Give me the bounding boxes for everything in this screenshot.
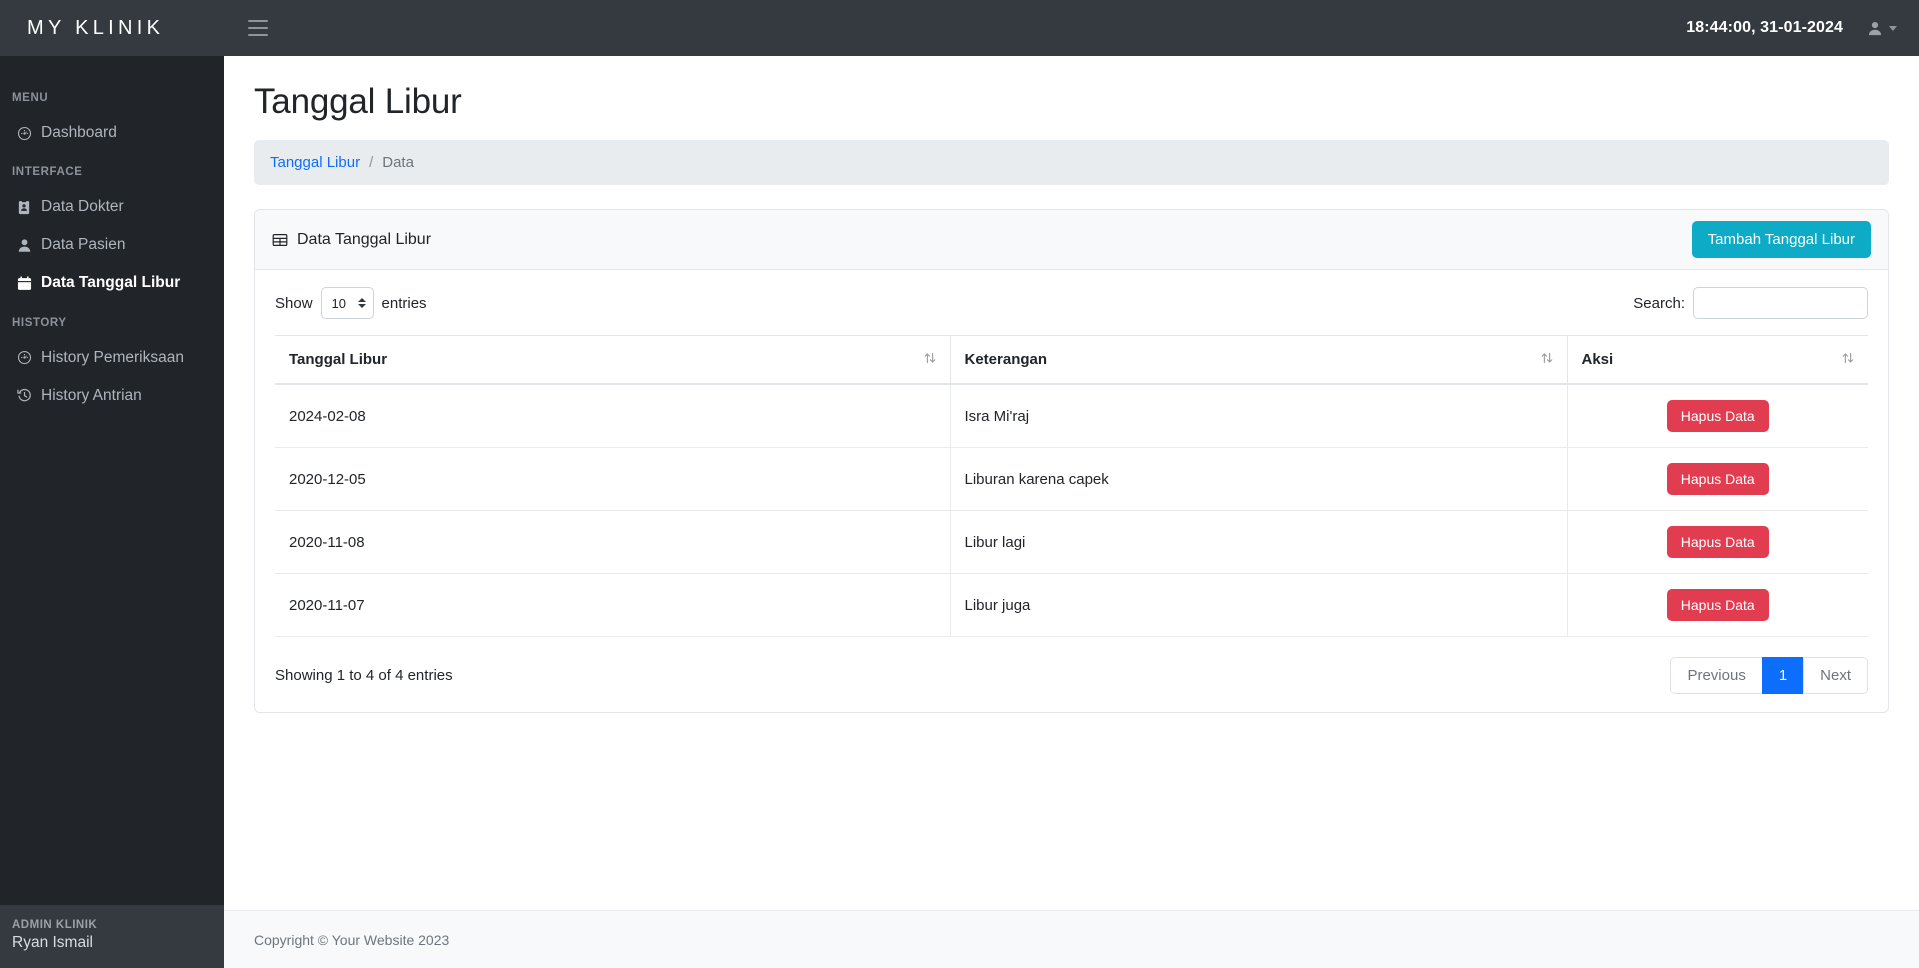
column-header-keterangan[interactable]: Keterangan (950, 335, 1568, 385)
cell-aksi: Hapus Data (1567, 573, 1868, 637)
brand-text: MY KLINIK (27, 16, 165, 39)
tanggal-libur-table: Tanggal Libur Keterangan Aksi 2024-02-08… (275, 335, 1868, 637)
pagination-page-1[interactable]: 1 (1761, 657, 1805, 694)
cell-aksi: Hapus Data (1567, 510, 1868, 574)
copyright-text: Copyright © Your Website 2023 (254, 931, 450, 948)
topbar: 18:44:00, 31-01-2024 (224, 0, 1919, 56)
entries-label: entries (381, 294, 427, 312)
datatable-controls: Show 10 entries Search: (275, 287, 1868, 319)
card-title-group: Data Tanggal Libur (272, 231, 431, 249)
page-title: Tanggal Libur (254, 82, 462, 121)
cell-tanggal-libur: 2020-11-07 (275, 573, 951, 637)
sort-updown-icon (1841, 351, 1855, 369)
page-content: Tanggal Libur Tanggal Libur / Data Data … (224, 56, 1919, 910)
datatable-footer: Showing 1 to 4 of 4 entries Previous 1 N… (275, 657, 1868, 694)
add-tanggal-libur-button[interactable]: Tambah Tanggal Libur (1691, 221, 1871, 258)
sidebar-item-data-pasien[interactable]: Data Pasien (0, 226, 224, 264)
user-role: ADMIN KLINIK (12, 919, 98, 931)
datatable-search-control: Search: (1633, 287, 1868, 319)
sidebar-item-label: History Pemeriksaan (41, 348, 184, 366)
sidebar: MY KLINIK MENU Dashboard INTERFACE Data … (0, 0, 224, 968)
column-label: Keterangan (964, 351, 1048, 368)
breadcrumb: Tanggal Libur / Data (254, 140, 1889, 185)
show-label: Show (275, 294, 313, 312)
cell-aksi: Hapus Data (1567, 384, 1868, 448)
data-card: Data Tanggal Libur Tambah Tanggal Libur … (254, 209, 1889, 713)
sidebar-item-dashboard[interactable]: Dashboard (0, 114, 224, 152)
sidebar-brand[interactable]: MY KLINIK (0, 0, 224, 56)
delete-button[interactable]: Hapus Data (1666, 400, 1769, 432)
id-badge-icon (16, 199, 32, 215)
datatable-info: Showing 1 to 4 of 4 entries (275, 667, 453, 684)
cell-aksi: Hapus Data (1567, 447, 1868, 511)
breadcrumb-current: Data (382, 154, 414, 171)
delete-button[interactable]: Hapus Data (1666, 463, 1769, 495)
cell-keterangan: Libur juga (950, 573, 1568, 637)
column-label: Tanggal Libur (289, 351, 388, 368)
card-header: Data Tanggal Libur Tambah Tanggal Libur (255, 210, 1888, 270)
table-row: 2020-11-07 Libur juga Hapus Data (275, 573, 1868, 637)
calendar-icon (16, 275, 32, 291)
table-head: Tanggal Libur Keterangan Aksi (275, 335, 1868, 385)
cell-keterangan: Libur lagi (950, 510, 1568, 574)
nav-heading-interface: INTERFACE (12, 166, 83, 179)
cell-tanggal-libur: 2020-11-08 (275, 510, 951, 574)
datatable-length-control: Show 10 entries (275, 287, 427, 319)
table-row: 2020-12-05 Liburan karena capek Hapus Da… (275, 447, 1868, 511)
column-header-tanggal-libur[interactable]: Tanggal Libur (275, 335, 951, 385)
cell-keterangan: Isra Mi'raj (950, 384, 1568, 448)
pagination-previous[interactable]: Previous (1670, 657, 1763, 694)
user-menu-button[interactable] (1867, 20, 1897, 36)
sidebar-item-label: Data Pasien (41, 236, 126, 254)
nav-heading-history: HISTORY (12, 316, 67, 329)
cell-tanggal-libur: 2024-02-08 (275, 384, 951, 448)
card-body: Show 10 entries Search: Tanggal Libur Ke… (255, 270, 1888, 712)
entries-per-page-select[interactable]: 10 (320, 287, 374, 319)
delete-button[interactable]: Hapus Data (1666, 589, 1769, 621)
sidebar-item-label: Data Dokter (41, 198, 124, 216)
sidebar-user-footer: ADMIN KLINIK Ryan Ismail (0, 905, 224, 968)
delete-button[interactable]: Hapus Data (1666, 526, 1769, 558)
caret-down-icon (1889, 25, 1897, 31)
hamburger-icon[interactable] (248, 20, 268, 36)
table-body: 2024-02-08 Isra Mi'raj Hapus Data 2020-1… (275, 384, 1868, 637)
user-icon (16, 237, 32, 253)
topbar-datetime: 18:44:00, 31-01-2024 (1686, 19, 1843, 36)
sidebar-item-data-tanggal-libur[interactable]: Data Tanggal Libur (0, 264, 224, 302)
table-row: 2024-02-08 Isra Mi'raj Hapus Data (275, 384, 1868, 448)
nav-heading-menu: MENU (12, 92, 49, 104)
sort-updown-icon (923, 351, 937, 369)
user-circle-icon (1867, 20, 1883, 36)
entries-select-wrap: 10 (320, 287, 374, 319)
card-title: Data Tanggal Libur (297, 230, 432, 248)
search-label: Search: (1633, 294, 1685, 312)
cell-tanggal-libur: 2020-12-05 (275, 447, 951, 511)
table-header-row: Tanggal Libur Keterangan Aksi (275, 335, 1868, 385)
main-area: 18:44:00, 31-01-2024 Tanggal Libur Tangg… (224, 0, 1919, 968)
cell-keterangan: Liburan karena capek (950, 447, 1568, 511)
sort-updown-icon (1540, 351, 1554, 369)
table-icon (272, 232, 288, 248)
column-label: Aksi (1581, 351, 1614, 368)
search-input[interactable] (1693, 287, 1868, 319)
sidebar-item-label: History Antrian (41, 386, 142, 404)
clock-history-icon (16, 388, 32, 404)
sidebar-item-history-pemeriksaan[interactable]: History Pemeriksaan (0, 339, 224, 377)
sidebar-item-history-antrian[interactable]: History Antrian (0, 377, 224, 415)
gauge-icon (16, 125, 32, 141)
breadcrumb-link-tanggal-libur[interactable]: Tanggal Libur (270, 154, 360, 171)
gauge-icon (16, 350, 32, 366)
sidebar-nav: MENU Dashboard INTERFACE Data Dokter Dat… (0, 56, 224, 905)
table-row: 2020-11-08 Libur lagi Hapus Data (275, 510, 1868, 574)
column-header-aksi[interactable]: Aksi (1567, 335, 1868, 385)
pagination-next[interactable]: Next (1803, 657, 1868, 694)
app-root: MY KLINIK MENU Dashboard INTERFACE Data … (0, 0, 1919, 968)
sidebar-item-label: Data Tanggal Libur (41, 274, 181, 292)
user-name: Ryan Ismail (12, 934, 93, 951)
pagination: Previous 1 Next (1670, 657, 1868, 694)
sidebar-item-label: Dashboard (41, 124, 117, 141)
page-footer: Copyright © Your Website 2023 (224, 910, 1919, 968)
sidebar-item-data-dokter[interactable]: Data Dokter (0, 188, 224, 226)
breadcrumb-separator: / (369, 154, 374, 171)
